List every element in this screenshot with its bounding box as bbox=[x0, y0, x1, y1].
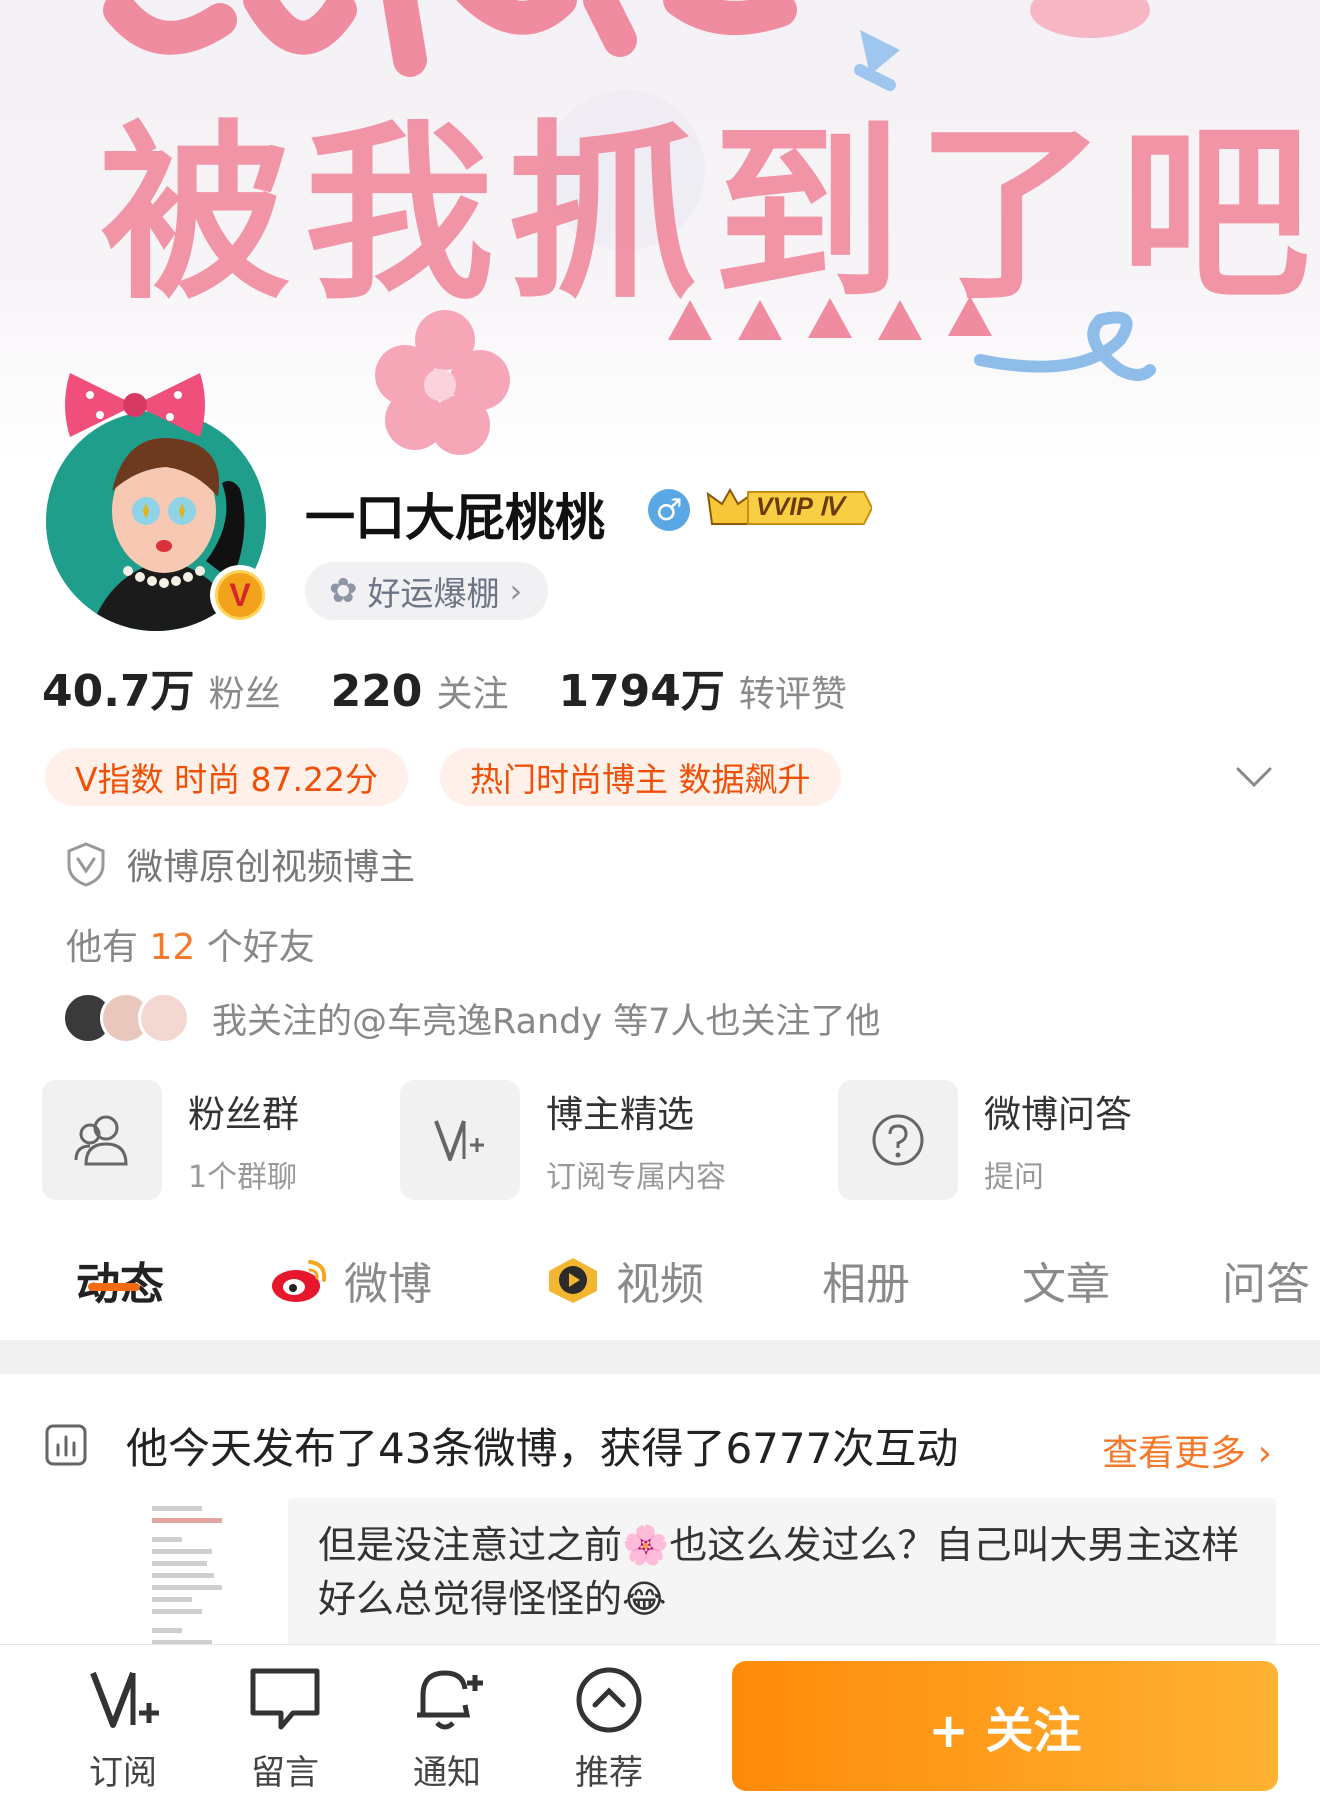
recommend-button[interactable]: 推荐 bbox=[554, 1665, 664, 1794]
activity-text: 他今天发布了43条微博，获得了6777次互动 bbox=[126, 1423, 959, 1473]
tab-weibo[interactable]: 微博 bbox=[270, 1248, 432, 1312]
friends-prefix: 他有 bbox=[66, 927, 150, 968]
tab-dynamics-label: 动态 bbox=[76, 1248, 164, 1312]
vvip-level-label: VVIP Ⅳ bbox=[756, 493, 843, 521]
view-more-link[interactable]: 查看更多 › bbox=[1102, 1424, 1272, 1476]
v-index-tag[interactable]: V指数 时尚 87.22分 bbox=[45, 748, 409, 806]
verification-text: 微博原创视频博主 bbox=[127, 847, 416, 888]
tab-articles-label: 文章 bbox=[1022, 1259, 1110, 1310]
tab-dynamics[interactable]: 动态 bbox=[76, 1248, 164, 1312]
weibo-logo-icon bbox=[272, 1260, 327, 1302]
tab-weibo-label: 微博 bbox=[344, 1259, 432, 1310]
post-preview-card[interactable]: 但是没注意过之前🌸也这么发过么？自己叫大男主这样好么总觉得怪怪的😂 bbox=[288, 1498, 1276, 1648]
bell-plus-icon bbox=[417, 1670, 483, 1730]
fan-group-title: 粉丝群 bbox=[188, 1093, 299, 1136]
tab-articles[interactable]: 文章 bbox=[1022, 1248, 1110, 1312]
verified-v-icon: V bbox=[215, 570, 265, 620]
mutual-followers-label: 我关注的@车亮逸Randy 等7人也关注了他 bbox=[212, 1001, 881, 1042]
subscribe-label: 订阅 bbox=[89, 1753, 157, 1793]
video-play-icon bbox=[549, 1258, 597, 1303]
people-icon bbox=[42, 1080, 162, 1200]
message-button[interactable]: 留言 bbox=[230, 1665, 340, 1794]
mutual-avatar bbox=[138, 992, 190, 1044]
message-label: 留言 bbox=[251, 1753, 319, 1793]
tab-qa-label: 问答 bbox=[1222, 1259, 1310, 1310]
mutual-followers-text: 我关注的@车亮逸Randy 等7人也关注了他 bbox=[212, 993, 881, 1044]
notify-label: 通知 bbox=[413, 1753, 481, 1793]
post-text: 但是没注意过之前🌸也这么发过么？自己叫大男主这样好么总觉得怪怪的😂 bbox=[318, 1523, 1240, 1621]
fans-label[interactable]: 粉丝 bbox=[209, 665, 281, 717]
friends-suffix: 个好友 bbox=[195, 927, 315, 968]
bow-decoration bbox=[65, 373, 205, 437]
post-thumbnail[interactable] bbox=[140, 1496, 280, 1644]
tab-qa[interactable]: 问答 bbox=[1222, 1248, 1310, 1312]
notify-button[interactable]: 通知 bbox=[392, 1665, 502, 1794]
profile-stats: 40.7万 粉丝 220 关注 1794万 转评赞 bbox=[42, 655, 897, 719]
blogger-picks-sub: 订阅专属内容 bbox=[546, 1160, 726, 1195]
interactions-label: 转评赞 bbox=[738, 674, 847, 715]
following-count[interactable]: 220 bbox=[331, 666, 423, 717]
blogger-picks-card[interactable]: 博主精选 订阅专属内容 bbox=[400, 1080, 726, 1200]
activity-summary[interactable]: 他今天发布了43条微博，获得了6777次互动 查看更多 › bbox=[44, 1410, 1284, 1480]
v-plus-subscribe-icon bbox=[90, 1671, 159, 1728]
chat-bubble-icon bbox=[250, 1668, 320, 1730]
fan-group-card[interactable]: 粉丝群 1个群聊 bbox=[42, 1080, 299, 1200]
bottom-action-bar: 订阅 留言 通知 推荐 + 关注 bbox=[0, 1644, 1320, 1811]
profile-tabs: 动态 微博 视频 相册 文章 问答 bbox=[0, 1238, 1320, 1338]
tab-album[interactable]: 相册 bbox=[822, 1248, 910, 1312]
interactions-count: 1794万 bbox=[558, 666, 725, 717]
luck-status-chip[interactable]: ✿ 好运爆棚 › bbox=[305, 562, 549, 620]
male-gender-icon: ♂ bbox=[648, 489, 690, 531]
active-tab-indicator bbox=[88, 1283, 140, 1291]
tab-album-label: 相册 bbox=[822, 1259, 910, 1310]
section-divider bbox=[0, 1340, 1320, 1374]
v-plus-icon bbox=[400, 1080, 520, 1200]
verification-row: 微博原创视频博主 bbox=[65, 838, 415, 890]
fan-group-sub: 1个群聊 bbox=[188, 1160, 298, 1195]
recommend-label: 推荐 bbox=[575, 1753, 643, 1793]
tab-video-label: 视频 bbox=[616, 1259, 704, 1310]
shield-v-icon bbox=[67, 842, 105, 887]
chevron-up-circle-icon bbox=[576, 1667, 642, 1733]
following-label[interactable]: 关注 bbox=[436, 665, 508, 717]
bar-chart-icon bbox=[45, 1424, 87, 1466]
chevron-right-icon: › bbox=[509, 572, 523, 610]
question-icon bbox=[838, 1080, 958, 1200]
fans-count[interactable]: 40.7万 bbox=[42, 655, 195, 719]
clover-icon: ✿ bbox=[329, 571, 358, 611]
mutual-followers-row[interactable]: 我关注的@车亮逸Randy 等7人也关注了他 bbox=[62, 992, 881, 1044]
luck-label: 好运爆棚 bbox=[367, 574, 500, 613]
weibo-qa-card[interactable]: 微博问答 提问 bbox=[838, 1080, 1132, 1200]
tab-video[interactable]: 视频 bbox=[544, 1248, 704, 1312]
profile-name: 一口大屁桃桃 bbox=[305, 489, 605, 547]
weibo-qa-sub: 提问 bbox=[984, 1160, 1044, 1195]
banner-text: 被我抓到了吧 bbox=[100, 104, 1320, 325]
chevron-down-icon[interactable] bbox=[1232, 755, 1276, 799]
weibo-qa-title: 微博问答 bbox=[984, 1093, 1132, 1136]
follow-button[interactable]: + 关注 bbox=[732, 1661, 1278, 1791]
friends-count: 12 bbox=[149, 927, 196, 968]
blogger-picks-title: 博主精选 bbox=[546, 1093, 694, 1136]
verified-badge: V bbox=[210, 565, 270, 625]
subscribe-button[interactable]: 订阅 bbox=[68, 1665, 178, 1794]
hot-blogger-tag[interactable]: 热门时尚博主 数据飙升 bbox=[440, 748, 841, 806]
friends-count-row[interactable]: 他有 12 个好友 bbox=[66, 918, 315, 970]
